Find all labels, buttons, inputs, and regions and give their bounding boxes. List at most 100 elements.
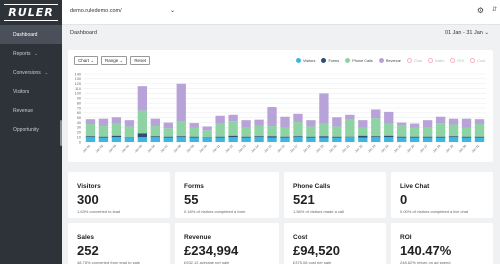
bar-segment-phone-calls[interactable] <box>461 127 472 137</box>
bar-segment-visitors[interactable] <box>124 137 135 142</box>
bar-segment-visitors[interactable] <box>163 137 173 142</box>
bar-segment-phone-calls[interactable] <box>189 127 199 137</box>
bar-segment-forms[interactable] <box>384 135 394 138</box>
bar-segment-revenue[interactable] <box>267 107 277 126</box>
sidebar-item-opportunity[interactable]: Opportunity <box>0 120 62 139</box>
bar-segment-phone-calls[interactable] <box>241 127 251 137</box>
bar-segment-phone-calls[interactable] <box>150 125 160 137</box>
bar-segment-phone-calls[interactable] <box>435 123 446 137</box>
bar-segment-revenue[interactable] <box>422 120 433 128</box>
legend-item[interactable]: Visitors <box>296 58 315 63</box>
legend-item[interactable]: Chat <box>406 58 422 63</box>
bar-segment-forms[interactable] <box>461 136 472 138</box>
bar-segment-visitors[interactable] <box>150 137 160 142</box>
bar-segment-revenue[interactable] <box>345 114 355 120</box>
bar-segment-visitors[interactable] <box>422 137 433 142</box>
bar-segment-forms[interactable] <box>163 136 173 138</box>
bar-segment-visitors[interactable] <box>358 137 368 142</box>
bar-segment-visitors[interactable] <box>319 137 329 142</box>
bar-segment-visitors[interactable] <box>410 137 420 142</box>
bar-segment-phone-calls[interactable] <box>202 130 212 138</box>
bar-segment-revenue[interactable] <box>280 116 290 128</box>
bar-segment-forms[interactable] <box>176 136 186 138</box>
bar-segment-forms[interactable] <box>137 133 148 138</box>
bar-segment-visitors[interactable] <box>228 137 238 142</box>
bar-segment-phone-calls[interactable] <box>358 127 368 136</box>
bar-segment-visitors[interactable] <box>448 137 459 142</box>
sidebar-item-conversions[interactable]: Conversions ⌄ <box>0 63 62 82</box>
bar-segment-phone-calls[interactable] <box>98 125 109 137</box>
bar-segment-forms[interactable] <box>280 136 290 138</box>
bar-segment-visitors[interactable] <box>293 137 303 142</box>
bar-segment-phone-calls[interactable] <box>384 123 394 136</box>
bar-segment-revenue[interactable] <box>384 111 394 124</box>
bar-segment-forms[interactable] <box>371 136 381 138</box>
bar-segment-visitors[interactable] <box>137 137 148 142</box>
bar-segment-revenue[interactable] <box>228 114 238 122</box>
bar-segment-phone-calls[interactable] <box>306 126 316 137</box>
bar-segment-revenue[interactable] <box>461 118 472 128</box>
bar-segment-forms[interactable] <box>215 136 225 138</box>
bar-segment-forms[interactable] <box>332 136 342 138</box>
bar-segment-phone-calls[interactable] <box>422 127 433 137</box>
legend-item[interactable]: ROI <box>450 58 464 63</box>
bar-segment-visitors[interactable] <box>435 137 446 142</box>
bar-segment-forms[interactable] <box>410 136 420 138</box>
bar-segment-visitors[interactable] <box>474 137 485 142</box>
bar-segment-revenue[interactable] <box>189 123 199 128</box>
scroll-arrows-icon[interactable]: ⇵ <box>492 6 497 13</box>
bar-segment-visitors[interactable] <box>176 137 186 142</box>
bar-segment-forms[interactable] <box>422 136 433 138</box>
bar-segment-visitors[interactable] <box>306 137 316 142</box>
gear-icon[interactable]: ⚙ <box>477 7 484 15</box>
bar-segment-visitors[interactable] <box>215 137 225 142</box>
bar-segment-phone-calls[interactable] <box>319 123 329 137</box>
bar-segment-revenue[interactable] <box>435 116 446 124</box>
bar-segment-revenue[interactable] <box>358 120 368 128</box>
bar-segment-forms[interactable] <box>448 136 459 138</box>
bar-segment-revenue[interactable] <box>124 120 135 127</box>
bar-segment-revenue[interactable] <box>150 118 160 126</box>
bar-segment-visitors[interactable] <box>345 137 355 142</box>
bar-segment-phone-calls[interactable] <box>176 121 186 137</box>
legend-item[interactable]: Sales <box>427 58 444 63</box>
bar-segment-phone-calls[interactable] <box>254 125 264 137</box>
bar-segment-forms[interactable] <box>241 136 251 138</box>
bar-segment-phone-calls[interactable] <box>397 125 407 137</box>
bar-segment-phone-calls[interactable] <box>371 118 381 137</box>
bar-segment-forms[interactable] <box>397 136 407 138</box>
bar-segment-revenue[interactable] <box>137 86 148 111</box>
bar-segment-revenue[interactable] <box>85 119 96 125</box>
bar-segment-phone-calls[interactable] <box>124 126 135 138</box>
bar-segment-phone-calls[interactable] <box>111 123 122 136</box>
bar-segment-revenue[interactable] <box>397 122 407 125</box>
bar-segment-phone-calls[interactable] <box>332 126 342 137</box>
bar-segment-phone-calls[interactable] <box>163 128 173 137</box>
sidebar-item-dashboard[interactable]: Dashboard <box>0 25 62 44</box>
bar-segment-revenue[interactable] <box>332 117 342 127</box>
bar-segment-forms[interactable] <box>98 136 109 138</box>
chevron-down-icon[interactable]: ⌄ <box>170 7 175 14</box>
chart-type-button[interactable]: Chart ⌄ <box>74 56 99 65</box>
bar-segment-forms[interactable] <box>319 136 329 138</box>
legend-item[interactable]: Forms <box>321 58 339 63</box>
bar-segment-revenue[interactable] <box>111 117 122 124</box>
bar-segment-revenue[interactable] <box>306 120 316 127</box>
bar-segment-visitors[interactable] <box>85 137 96 142</box>
bar-segment-revenue[interactable] <box>319 93 329 124</box>
bar-segment-revenue[interactable] <box>163 122 173 129</box>
sidebar-item-reports[interactable]: Reports ⌄ <box>0 44 62 63</box>
bar-segment-phone-calls[interactable] <box>474 124 485 137</box>
bar-segment-revenue[interactable] <box>241 120 251 128</box>
sidebar-item-revenue[interactable]: Revenue <box>0 101 62 120</box>
bar-segment-phone-calls[interactable] <box>85 124 96 137</box>
bar-segment-forms[interactable] <box>254 136 264 138</box>
bar-segment-visitors[interactable] <box>241 137 251 142</box>
legend-item[interactable]: Cost <box>470 58 485 63</box>
bar-segment-visitors[interactable] <box>267 137 277 142</box>
bar-segment-phone-calls[interactable] <box>345 119 355 137</box>
bar-segment-phone-calls[interactable] <box>293 122 303 137</box>
bar-segment-forms[interactable] <box>150 136 160 138</box>
bar-segment-phone-calls[interactable] <box>228 121 238 136</box>
bar-segment-forms[interactable] <box>111 135 122 138</box>
